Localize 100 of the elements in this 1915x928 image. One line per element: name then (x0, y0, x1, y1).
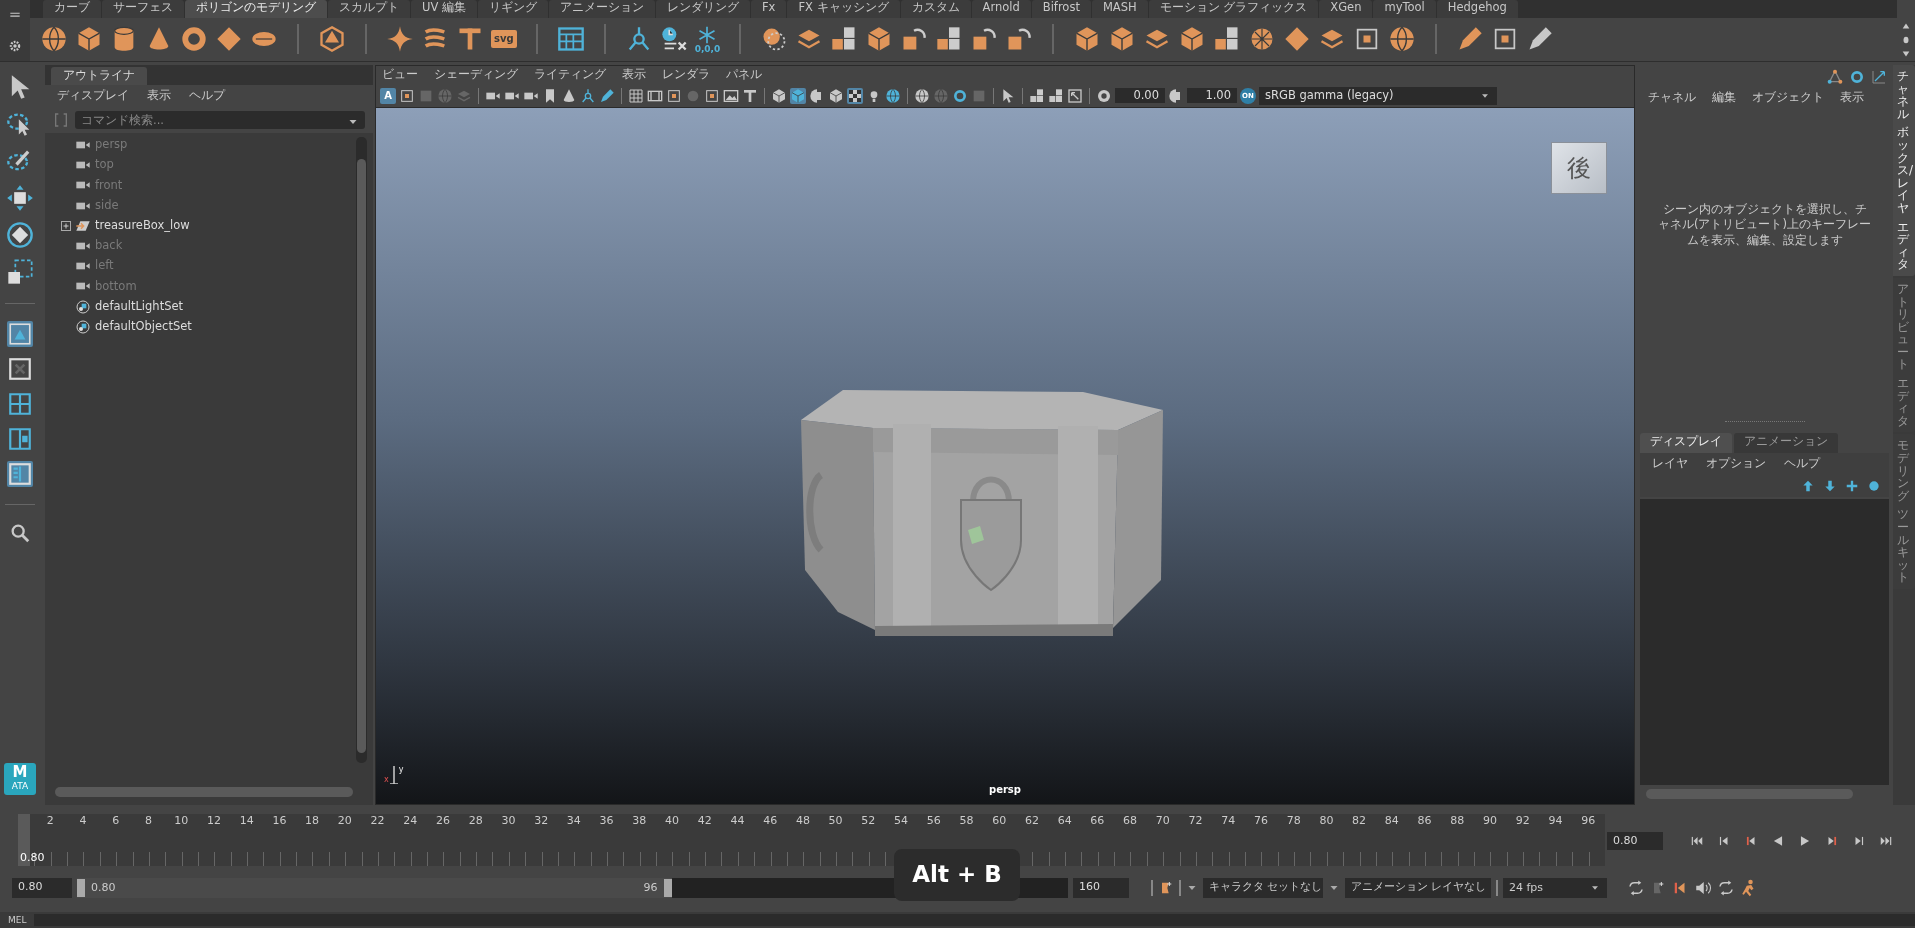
shelf-tab[interactable]: サーフェス (102, 0, 184, 18)
shelf-tab[interactable]: Fx (750, 0, 787, 18)
dropdown-button[interactable] (343, 111, 365, 129)
shelf-tab[interactable]: レンダリング (655, 0, 750, 18)
outliner-item[interactable]: treasureBox_low (95, 218, 190, 233)
squares-icon[interactable] (1029, 87, 1045, 104)
shelf-tab[interactable]: スカルプト (328, 0, 410, 18)
maximize-icon[interactable] (1067, 87, 1083, 104)
gamma-field[interactable]: 1.00 (1187, 87, 1237, 104)
two-pane-icon[interactable] (7, 426, 33, 452)
menu-item[interactable]: 表示 (1840, 91, 1864, 105)
sphere-icon[interactable] (885, 87, 901, 104)
shelf-tab[interactable]: Bifrost (1031, 0, 1091, 18)
aperture-icon[interactable] (1096, 87, 1112, 104)
dot-icon[interactable] (1867, 479, 1881, 493)
square-icon[interactable] (666, 87, 682, 104)
cube-icon[interactable] (75, 25, 103, 54)
shelf-tab[interactable]: ポリゴンのモデリング (185, 0, 327, 18)
squares-icon[interactable] (1048, 87, 1064, 104)
circle-icon[interactable] (1849, 69, 1865, 85)
sphere-icon[interactable] (1388, 25, 1417, 54)
shelf-tab[interactable]: UV 編集 (411, 0, 477, 18)
window-grid-icon[interactable] (556, 25, 585, 54)
shelf-tab[interactable]: カーブ (43, 0, 101, 18)
plus-icon[interactable] (1845, 479, 1859, 493)
menu-item[interactable]: チャネル (1648, 91, 1696, 105)
command-language-label[interactable]: MEL (8, 915, 27, 925)
four-pane-icon[interactable] (7, 391, 33, 417)
snowflake-icon[interactable] (697, 24, 718, 45)
sphere-icon[interactable] (40, 25, 68, 54)
layout-icon[interactable] (7, 321, 33, 347)
outliner-tab[interactable]: アウトライナ (51, 67, 147, 85)
menu-item[interactable]: レイヤ (1652, 457, 1688, 471)
menu-item[interactable]: オブジェクト (1752, 91, 1824, 105)
arrow-up-icon[interactable] (1801, 479, 1815, 493)
checker-icon[interactable] (847, 87, 863, 104)
move-icon[interactable] (6, 184, 34, 212)
menu-item[interactable]: ビュー (382, 68, 418, 82)
diagonal-arrow-icon[interactable] (1871, 69, 1887, 85)
scrollbar[interactable] (356, 137, 367, 763)
fps-dropdown[interactable]: 24 fps (1503, 878, 1607, 898)
menu-item[interactable]: 表示 (622, 68, 646, 82)
polyhedron-icon[interactable] (318, 25, 346, 54)
t-shape-icon[interactable] (742, 87, 758, 104)
search-field[interactable]: コマンド検索... (75, 111, 343, 129)
node-graph-icon[interactable] (1827, 69, 1843, 85)
start-time-field[interactable]: 0.80 (12, 878, 72, 898)
menu-item[interactable]: オプション (1706, 457, 1766, 471)
scale-icon[interactable] (6, 258, 34, 286)
step-back-icon[interactable] (1717, 834, 1731, 848)
arrow-down-icon[interactable] (1823, 479, 1837, 493)
shelf-tab[interactable]: アニメーション (548, 0, 655, 18)
settings-icon[interactable] (8, 38, 22, 53)
cube-icon[interactable] (771, 87, 787, 104)
menu-item[interactable]: 編集 (1712, 91, 1736, 105)
shelf-tab[interactable]: カスタム (900, 0, 971, 18)
shelf-tab[interactable]: FX キャッシング (787, 0, 900, 18)
pencil-icon[interactable] (599, 87, 615, 104)
grid-icon[interactable] (628, 87, 644, 104)
shelf-tab[interactable]: XGen (1319, 0, 1373, 18)
menu-item[interactable]: ヘルプ (189, 89, 225, 103)
single-pane-icon[interactable] (7, 356, 33, 382)
menu-item[interactable]: 表示 (147, 89, 171, 103)
cube-icon[interactable] (790, 87, 806, 104)
torus-icon[interactable] (180, 25, 208, 54)
layer-tab[interactable]: ディスプレイ (1640, 433, 1732, 453)
shelf-tab[interactable]: myTool (1373, 0, 1436, 18)
outliner-item[interactable]: defaultObjectSet (95, 319, 192, 334)
menu-item[interactable]: レンダラ (662, 68, 710, 82)
previous-key-icon[interactable] (1744, 834, 1758, 848)
side-tab[interactable]: チャネル ボックス/レイヤ エディタ (1893, 65, 1915, 276)
sphere-icon[interactable] (914, 87, 930, 104)
slider-handle[interactable] (663, 879, 672, 897)
shelf-tab[interactable]: Arnold (971, 0, 1031, 18)
frame-icon[interactable] (399, 87, 415, 104)
menu-item[interactable]: シェーディング (434, 68, 518, 82)
loop-icon[interactable] (1627, 879, 1645, 897)
shelf-tab[interactable]: Hedgehog (1436, 0, 1518, 18)
shelf-tab[interactable]: リギング (477, 0, 548, 18)
color-space-dropdown[interactable]: sRGB gamma (legacy) (1259, 86, 1497, 105)
svg-icon[interactable]: svg (491, 30, 517, 49)
end-time-field[interactable]: 160 (1073, 878, 1129, 898)
slider-handle[interactable] (77, 879, 85, 897)
view-cube[interactable]: 後 (1551, 142, 1607, 194)
menu-item[interactable]: パネル (726, 68, 762, 82)
shelf-tab[interactable]: MASH (1091, 0, 1148, 18)
layer-tab[interactable]: アニメーション (1734, 433, 1838, 453)
shelf-tab[interactable]: モーション グラフィックス (1148, 0, 1319, 18)
character-set-dropdown[interactable]: キャラクタ セットなし (1203, 878, 1323, 898)
current-frame-field[interactable]: 0.80 (1607, 832, 1663, 850)
menu-item[interactable]: ライティング (534, 68, 606, 82)
letter-toggle[interactable]: A (380, 87, 396, 104)
rotate-tool-icon[interactable] (6, 221, 34, 249)
menu-item[interactable]: ヘルプ (1784, 457, 1820, 471)
triangle-icon[interactable] (561, 87, 577, 104)
animation-layer-dropdown[interactable]: アニメーション レイヤなし (1345, 878, 1491, 898)
outliner-layout-icon[interactable] (7, 461, 33, 487)
exposure-field[interactable]: 0.00 (1115, 87, 1165, 104)
search-icon[interactable] (9, 522, 31, 544)
image-icon[interactable] (723, 87, 739, 104)
